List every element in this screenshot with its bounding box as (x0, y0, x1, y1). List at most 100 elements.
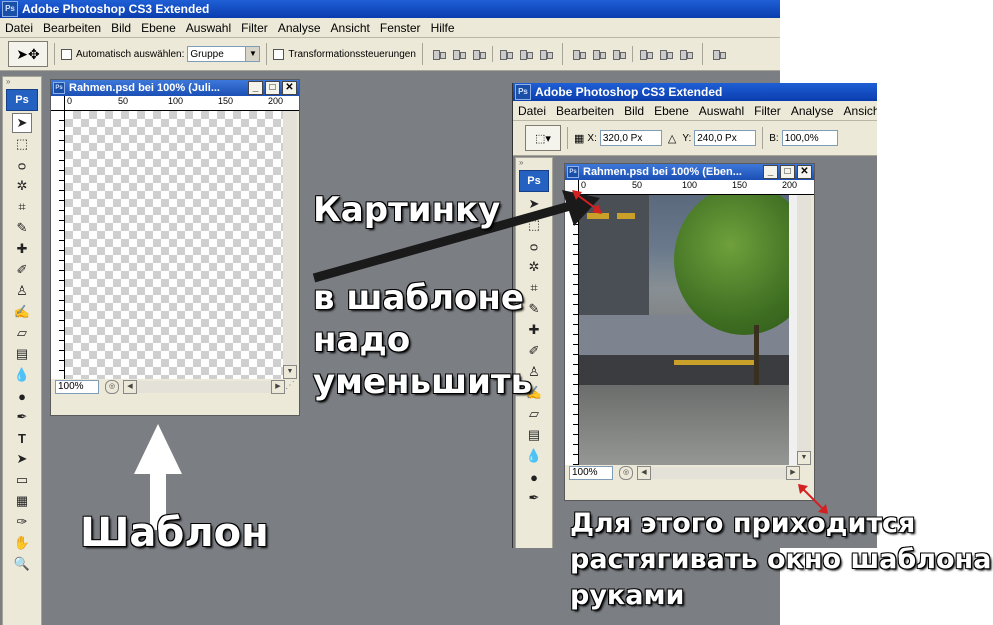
gradient-tool-icon[interactable]: ▤ (524, 425, 544, 445)
minimize-button[interactable]: _ (248, 81, 263, 95)
menu-hilfe[interactable]: Hilfe (431, 21, 455, 35)
magic-wand-tool-icon[interactable]: ✲ (12, 176, 32, 196)
transform-preset-button[interactable]: ⬚▾ (525, 125, 561, 151)
distribute-hcenter-icon[interactable] (659, 47, 673, 61)
menu-filter[interactable]: Filter (754, 104, 781, 118)
ruler-origin[interactable] (51, 96, 65, 111)
notes-tool-icon[interactable]: ▦ (12, 491, 32, 511)
close-button[interactable]: ✕ (797, 165, 812, 179)
resize-grip-icon[interactable]: ⋰ (285, 380, 299, 394)
resize-grip-icon[interactable] (800, 466, 814, 480)
marquee-tool-icon[interactable]: ⬚ (12, 134, 32, 154)
menu-ebene[interactable]: Ebene (141, 21, 176, 35)
dodge-tool-icon[interactable]: ● (524, 467, 544, 487)
toolbox-collapse-icon[interactable]: » (3, 77, 41, 87)
eraser-tool-icon[interactable]: ▱ (524, 404, 544, 424)
history-brush-tool-icon[interactable]: ✍ (12, 302, 32, 322)
transform-controls-checkbox[interactable] (273, 48, 285, 60)
pen-tool-icon[interactable]: ✒ (12, 407, 32, 427)
close-button[interactable]: ✕ (282, 81, 297, 95)
auto-align-icon[interactable] (712, 47, 726, 61)
distribute-left-icon[interactable] (639, 47, 653, 61)
scroll-left-icon[interactable]: ◀ (637, 466, 651, 480)
vertical-ruler[interactable] (51, 111, 65, 379)
template-document-window[interactable]: Ps Rahmen.psd bei 100% (Juli... _ □ ✕ 0 … (50, 79, 300, 416)
slice-tool-icon[interactable]: ✎ (12, 218, 32, 238)
auto-select-checkbox[interactable] (61, 48, 72, 60)
align-bottom-icon[interactable] (472, 47, 486, 61)
minimize-button[interactable]: _ (763, 165, 778, 179)
align-left-icon[interactable] (499, 47, 513, 61)
shape-tool-icon[interactable]: ▭ (12, 470, 32, 490)
maximize-button[interactable]: □ (780, 165, 795, 179)
menu-bearbeiten[interactable]: Bearbeiten (556, 104, 614, 118)
crop-tool-icon[interactable]: ⌗ (12, 197, 32, 217)
menu-ansicht[interactable]: Ansicht (331, 21, 370, 35)
gradient-tool-icon[interactable]: ▤ (12, 344, 32, 364)
menu-bild[interactable]: Bild (111, 21, 131, 35)
menu-analyse[interactable]: Analyse (791, 104, 834, 118)
horizontal-scrollbar[interactable] (651, 467, 786, 479)
slice-tool-icon[interactable]: ✎ (524, 299, 544, 319)
pen-tool-icon[interactable]: ✒ (524, 488, 544, 508)
scroll-left-icon[interactable]: ◀ (123, 380, 137, 394)
scroll-right-icon[interactable]: ▶ (271, 380, 285, 394)
path-selection-tool-icon[interactable]: ➤ (12, 449, 32, 469)
move-tool-icon[interactable]: ➤ (12, 113, 32, 133)
menu-bearbeiten[interactable]: Bearbeiten (43, 21, 101, 35)
clone-stamp-tool-icon[interactable]: ♙ (12, 281, 32, 301)
x-position-field[interactable]: 320,0 Px (599, 130, 662, 146)
transparent-canvas[interactable] (65, 111, 283, 379)
move-tool-preset-button[interactable]: ➤✥ (8, 41, 48, 67)
eraser-tool-icon[interactable]: ▱ (12, 323, 32, 343)
delta-icon[interactable]: △ (668, 132, 676, 145)
scroll-down-icon[interactable]: ▼ (283, 365, 297, 379)
healing-brush-tool-icon[interactable]: ✚ (524, 320, 544, 340)
blur-tool-icon[interactable]: 💧 (12, 365, 32, 385)
lasso-tool-icon[interactable]: ᴑ (12, 155, 32, 175)
info-menu-icon[interactable]: ◎ (619, 466, 633, 480)
menu-auswahl[interactable]: Auswahl (186, 21, 231, 35)
menu-filter[interactable]: Filter (241, 21, 268, 35)
zoom-tool-icon[interactable]: 🔍 (12, 554, 32, 574)
width-field[interactable]: 100,0% (781, 130, 838, 146)
hand-tool-icon[interactable]: ✋ (12, 533, 32, 553)
align-right-icon[interactable] (539, 47, 553, 61)
y-position-field[interactable]: 240,0 Px (694, 130, 757, 146)
vertical-scrollbar[interactable]: ▼ (797, 195, 811, 465)
template-doc-titlebar[interactable]: Ps Rahmen.psd bei 100% (Juli... _ □ ✕ (51, 80, 299, 96)
brush-tool-icon[interactable]: ✐ (12, 260, 32, 280)
horizontal-scrollbar[interactable] (137, 381, 271, 393)
menu-datei[interactable]: Datei (518, 104, 546, 118)
distribute-top-icon[interactable] (572, 47, 586, 61)
photo-doc-titlebar[interactable]: Ps Rahmen.psd bei 100% (Eben... _ □ ✕ (565, 164, 814, 180)
auto-select-dropdown[interactable]: Gruppe ▼ (187, 46, 261, 62)
vertical-scrollbar[interactable]: ▼ (283, 111, 297, 379)
zoom-level-field[interactable]: 100% (55, 380, 99, 394)
menu-ebene[interactable]: Ebene (654, 104, 689, 118)
menu-fenster[interactable]: Fenster (380, 21, 421, 35)
scroll-right-icon[interactable]: ▶ (786, 466, 800, 480)
menu-bild[interactable]: Bild (624, 104, 644, 118)
horizontal-ruler[interactable]: 0 50 100 150 200 (65, 96, 299, 111)
eyedropper-tool-icon[interactable]: ✑ (12, 512, 32, 532)
align-top-icon[interactable] (432, 47, 446, 61)
menu-auswahl[interactable]: Auswahl (699, 104, 744, 118)
menu-analyse[interactable]: Analyse (278, 21, 321, 35)
align-vcenter-icon[interactable] (452, 47, 466, 61)
healing-brush-tool-icon[interactable]: ✚ (12, 239, 32, 259)
menu-datei[interactable]: Datei (5, 21, 33, 35)
reference-point-icon[interactable]: ▦ (574, 132, 584, 145)
scroll-down-icon[interactable]: ▼ (797, 451, 811, 465)
toolbox-collapse-icon[interactable]: » (516, 158, 552, 168)
distribute-right-icon[interactable] (679, 47, 693, 61)
align-hcenter-icon[interactable] (519, 47, 533, 61)
distribute-vcenter-icon[interactable] (592, 47, 606, 61)
info-menu-icon[interactable]: ◎ (105, 380, 119, 394)
zoom-level-field[interactable]: 100% (569, 466, 613, 480)
blur-tool-icon[interactable]: 💧 (524, 446, 544, 466)
type-tool-icon[interactable]: T (12, 428, 32, 448)
brush-tool-icon[interactable]: ✐ (524, 341, 544, 361)
dodge-tool-icon[interactable]: ● (12, 386, 32, 406)
distribute-bottom-icon[interactable] (612, 47, 626, 61)
